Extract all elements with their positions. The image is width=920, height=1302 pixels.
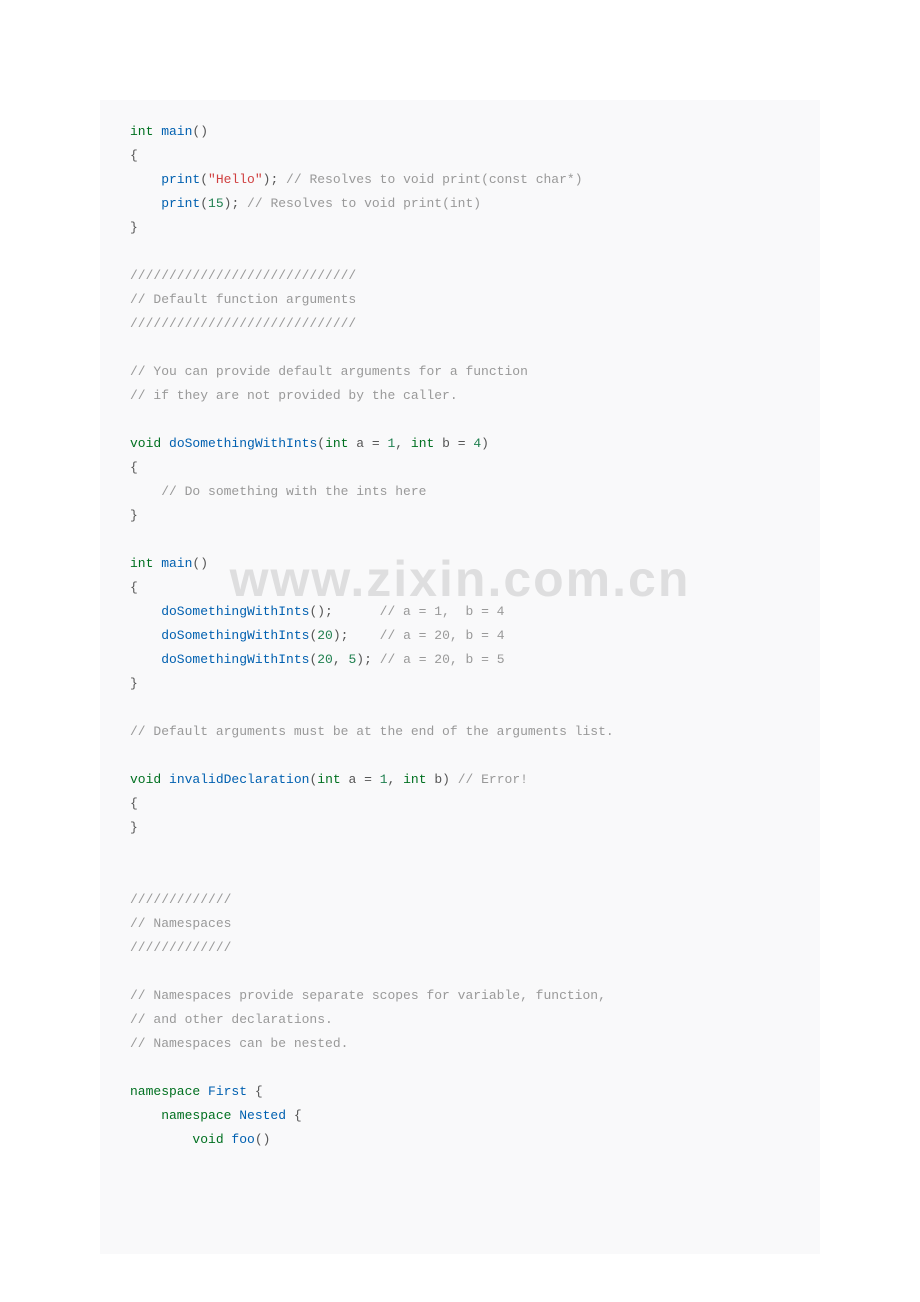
kw-int: int <box>325 436 348 451</box>
paren: ( <box>317 436 325 451</box>
kw-int: int <box>317 772 340 787</box>
paren: ); <box>224 196 240 211</box>
brace: { <box>130 796 138 811</box>
call-print: print <box>130 172 200 187</box>
text: b) <box>427 772 450 787</box>
comment: // if they are not provided by the calle… <box>130 388 458 403</box>
comment: // Error! <box>450 772 528 787</box>
comment: // Namespaces <box>130 916 231 931</box>
text: b = <box>434 436 473 451</box>
brace: } <box>130 508 138 523</box>
comment: // a = 20, b = 5 <box>372 652 505 667</box>
comment: // Do something with the ints here <box>130 484 426 499</box>
fn-foo: foo <box>224 1132 255 1147</box>
num: 20 <box>317 652 333 667</box>
comment: // and other declarations. <box>130 1012 333 1027</box>
ns-name: First <box>200 1084 247 1099</box>
comment: // a = 20, b = 4 <box>348 628 504 643</box>
comment: // Namespaces provide separate scopes fo… <box>130 988 606 1003</box>
text: a = <box>341 772 380 787</box>
call: doSomethingWithInts <box>130 652 309 667</box>
parens: () <box>192 124 208 139</box>
fn-decl: doSomethingWithInts <box>161 436 317 451</box>
num: 1 <box>380 772 388 787</box>
brace: } <box>130 820 138 835</box>
num: 4 <box>473 436 481 451</box>
comment-sep: ///////////// <box>130 892 231 907</box>
fn-decl: invalidDeclaration <box>161 772 309 787</box>
comment-sep: ///////////////////////////// <box>130 268 356 283</box>
kw-int: int <box>130 556 153 571</box>
brace: } <box>130 220 138 235</box>
kw-int: int <box>130 124 153 139</box>
comment: // Default arguments must be at the end … <box>130 724 614 739</box>
comment: // Resolves to void print(int) <box>239 196 481 211</box>
kw-void: void <box>130 1132 224 1147</box>
comment: // Default function arguments <box>130 292 356 307</box>
comma: , <box>395 436 411 451</box>
parens: (); <box>309 604 332 619</box>
brace: { <box>130 580 138 595</box>
num: 20 <box>317 628 333 643</box>
kw-namespace: namespace <box>130 1084 200 1099</box>
parens: () <box>255 1132 271 1147</box>
paren: ); <box>356 652 372 667</box>
string-lit: "Hello" <box>208 172 263 187</box>
comma: , <box>333 652 349 667</box>
paren: ( <box>200 196 208 211</box>
brace: { <box>130 148 138 163</box>
comment: // Resolves to void print(const char*) <box>278 172 582 187</box>
comment: // a = 1, b = 4 <box>333 604 505 619</box>
text: a = <box>348 436 387 451</box>
paren: ); <box>333 628 349 643</box>
brace: } <box>130 676 138 691</box>
fn-main: main <box>153 556 192 571</box>
call: doSomethingWithInts <box>130 604 309 619</box>
brace: { <box>130 460 138 475</box>
code-block: int main() { print("Hello"); // Resolves… <box>100 100 820 1254</box>
num-lit: 15 <box>208 196 224 211</box>
comma: , <box>388 772 404 787</box>
paren: ) <box>481 436 489 451</box>
comment-sep: ///////////////////////////// <box>130 316 356 331</box>
comment-sep: ///////////// <box>130 940 231 955</box>
paren: ( <box>200 172 208 187</box>
kw-void: void <box>130 436 161 451</box>
kw-void: void <box>130 772 161 787</box>
kw-int: int <box>403 772 426 787</box>
ns-name: Nested <box>231 1108 286 1123</box>
parens: () <box>192 556 208 571</box>
fn-main: main <box>153 124 192 139</box>
comment: // Namespaces can be nested. <box>130 1036 348 1051</box>
brace: { <box>247 1084 263 1099</box>
call: doSomethingWithInts <box>130 628 309 643</box>
comment: // You can provide default arguments for… <box>130 364 528 379</box>
kw-namespace: namespace <box>130 1108 231 1123</box>
call-print: print <box>130 196 200 211</box>
paren: ); <box>263 172 279 187</box>
brace: { <box>286 1108 302 1123</box>
kw-int: int <box>411 436 434 451</box>
